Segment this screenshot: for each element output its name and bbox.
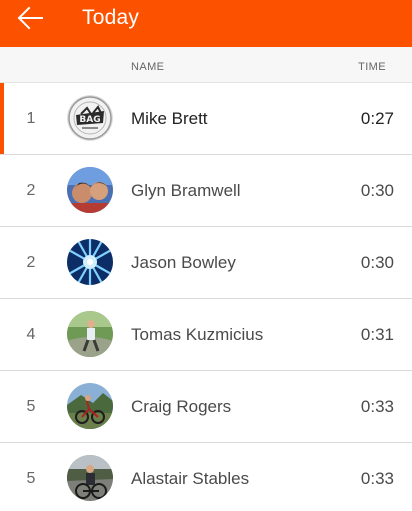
avatar[interactable]	[67, 311, 113, 357]
segment-time: 0:27	[360, 109, 394, 128]
athlete-name: Craig Rogers	[131, 397, 232, 416]
rank: 2	[26, 182, 36, 199]
leaderboard-list: 1 BAG Mike Brett 0:27 2 Glyn Bramwell 0:…	[0, 83, 412, 511]
photo-avatar-image	[67, 167, 113, 213]
leaderboard-row[interactable]: 5 Alastair Stables 0:33	[0, 443, 412, 511]
athlete-name: Tomas Kuzmicius	[131, 325, 264, 344]
athlete-name: Alastair Stables	[131, 469, 250, 488]
leaderboard-row[interactable]: 1 BAG Mike Brett 0:27	[0, 83, 412, 155]
time-column-label: TIME	[358, 61, 386, 73]
leaderboard-row[interactable]: 2 Glyn Bramwell 0:30	[0, 155, 412, 227]
avatar[interactable]: BAG	[67, 95, 113, 141]
leaderboard-row[interactable]: 2 Jason Bowley 0:30	[0, 227, 412, 299]
app-bar: Today	[0, 0, 412, 47]
photo-avatar-image	[67, 239, 113, 285]
svg-text:BAG: BAG	[79, 115, 100, 125]
rank: 5	[26, 398, 36, 415]
segment-time: 0:30	[360, 181, 394, 200]
segment-time: 0:33	[360, 397, 394, 416]
rank: 2	[26, 254, 36, 271]
avatar[interactable]	[67, 455, 113, 501]
page-title: Today	[82, 6, 140, 29]
photo-avatar-image	[67, 311, 113, 357]
athlete-name: Mike Brett	[131, 109, 208, 128]
column-header: NAME TIME	[0, 47, 412, 83]
segment-time: 0:30	[360, 253, 394, 272]
arrow-left-icon	[17, 6, 43, 30]
avatar[interactable]	[67, 167, 113, 213]
athlete-name: Glyn Bramwell	[131, 181, 241, 200]
leaderboard-row[interactable]: 5 Craig Rogers 0:33	[0, 371, 412, 443]
rank: 4	[26, 326, 36, 343]
athlete-name: Jason Bowley	[131, 253, 236, 272]
photo-avatar-image	[67, 383, 113, 429]
back-button[interactable]	[14, 3, 50, 33]
avatar[interactable]	[67, 383, 113, 429]
leaderboard-row[interactable]: 4 Tomas Kuzmicius 0:31	[0, 299, 412, 371]
name-column-label: NAME	[131, 61, 165, 73]
avatar[interactable]	[67, 239, 113, 285]
segment-time: 0:31	[360, 325, 394, 344]
logo-avatar-image: BAG	[67, 95, 113, 141]
rank: 5	[26, 470, 36, 487]
rank: 1	[26, 110, 36, 127]
segment-time: 0:33	[360, 469, 394, 488]
leaderboard-screen: Today NAME TIME 1 BAG Mike Brett 0:27 2 …	[0, 0, 412, 511]
photo-avatar-image	[67, 455, 113, 501]
